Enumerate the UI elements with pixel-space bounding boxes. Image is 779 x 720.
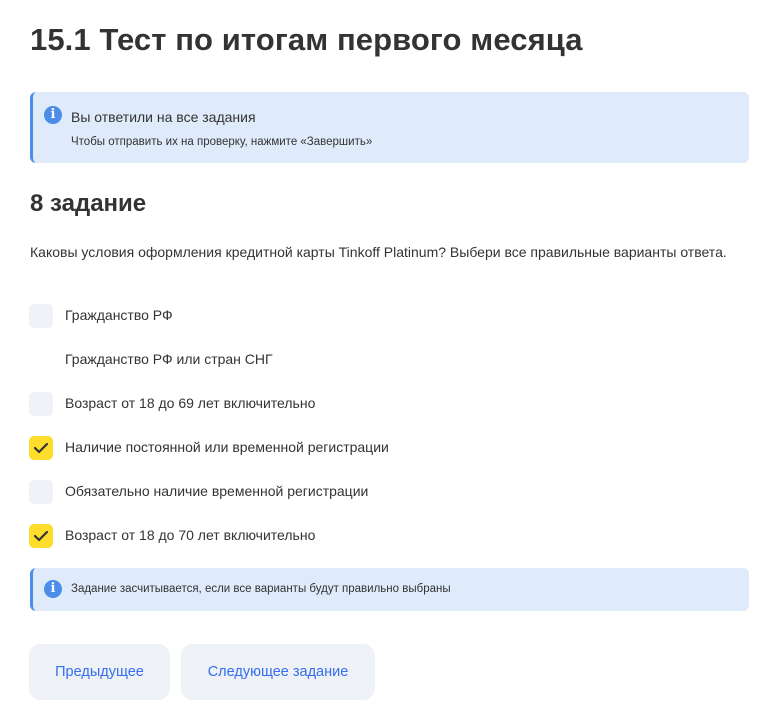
option-2[interactable]: Гражданство РФ или стран СНГ [29, 348, 629, 372]
checkbox-checked[interactable] [29, 524, 53, 548]
checkmark-icon [33, 442, 49, 454]
task-title: 8 задание [30, 190, 147, 217]
option-label: Возраст от 18 до 70 лет включительно [65, 527, 316, 543]
checkbox[interactable] [29, 392, 53, 416]
notice-text: Чтобы отправить их на проверку, нажмите … [71, 136, 373, 148]
notice-heading: Вы ответили на все задания [71, 109, 256, 125]
option-3[interactable]: Возраст от 18 до 69 лет включительно [29, 392, 629, 416]
option-1[interactable]: Гражданство РФ [29, 304, 629, 328]
option-6[interactable]: Возраст от 18 до 70 лет включительно [29, 524, 629, 548]
option-label: Обязательно наличие временной регистраци… [65, 483, 369, 499]
checkbox-checked[interactable] [29, 436, 53, 460]
next-task-button[interactable]: Следующее задание [181, 644, 375, 700]
scoring-notice: i Задание засчитывается, если все вариан… [30, 568, 749, 611]
info-icon: i [44, 580, 62, 598]
info-icon: i [44, 106, 62, 124]
option-label: Гражданство РФ или стран СНГ [65, 351, 273, 367]
checkbox[interactable] [29, 348, 53, 372]
previous-button[interactable]: Предыдущее [29, 644, 170, 700]
option-label: Возраст от 18 до 69 лет включительно [65, 395, 316, 411]
checkmark-icon [33, 530, 49, 542]
notice-text: Задание засчитывается, если все варианты… [71, 583, 451, 595]
checkbox[interactable] [29, 304, 53, 328]
option-label: Гражданство РФ [65, 307, 173, 323]
option-label: Наличие постоянной или временной регистр… [65, 439, 389, 455]
completion-notice: i Вы ответили на все задания Чтобы отпра… [30, 92, 749, 163]
page-title: 15.1 Тест по итогам первого месяца [30, 22, 583, 57]
checkbox[interactable] [29, 480, 53, 504]
question-text: Каковы условия оформления кредитной карт… [30, 244, 727, 260]
option-5[interactable]: Обязательно наличие временной регистраци… [29, 480, 629, 504]
option-4[interactable]: Наличие постоянной или временной регистр… [29, 436, 629, 460]
